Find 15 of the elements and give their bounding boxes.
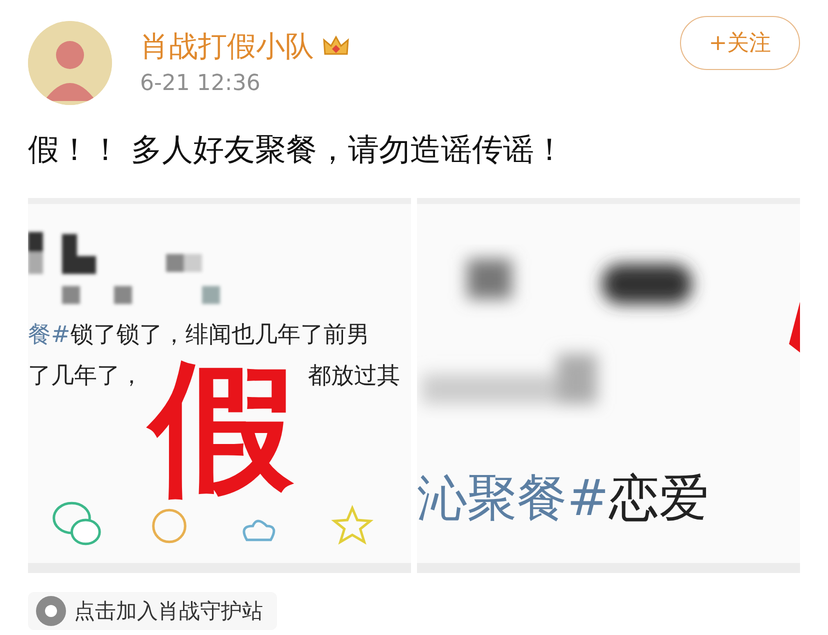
follow-button[interactable]: +关注: [680, 16, 800, 70]
crown-icon: [322, 34, 350, 58]
post-text: 假！！ 多人好友聚餐，请勿造谣传谣！: [28, 132, 565, 168]
cloud-icon: [242, 520, 276, 542]
author-name[interactable]: 肖战打假小队: [140, 28, 314, 64]
post-time: 6-21 12:36: [140, 70, 262, 98]
star-icon: [331, 504, 374, 545]
post-text-fragment: 了几年了，: [28, 362, 143, 391]
super-topic-link[interactable]: 点击加入肖战守护站: [28, 592, 277, 630]
caption-text: 沁聚餐#恋爱: [417, 468, 709, 529]
hashtag-text: 餐#锁了锁了，绯闻也几年了前男: [28, 321, 370, 350]
wechat-icon: [52, 502, 101, 546]
share-icon: [152, 508, 186, 544]
flower-icon: [36, 596, 66, 626]
post-text-fragment: 都放过其: [308, 362, 400, 391]
